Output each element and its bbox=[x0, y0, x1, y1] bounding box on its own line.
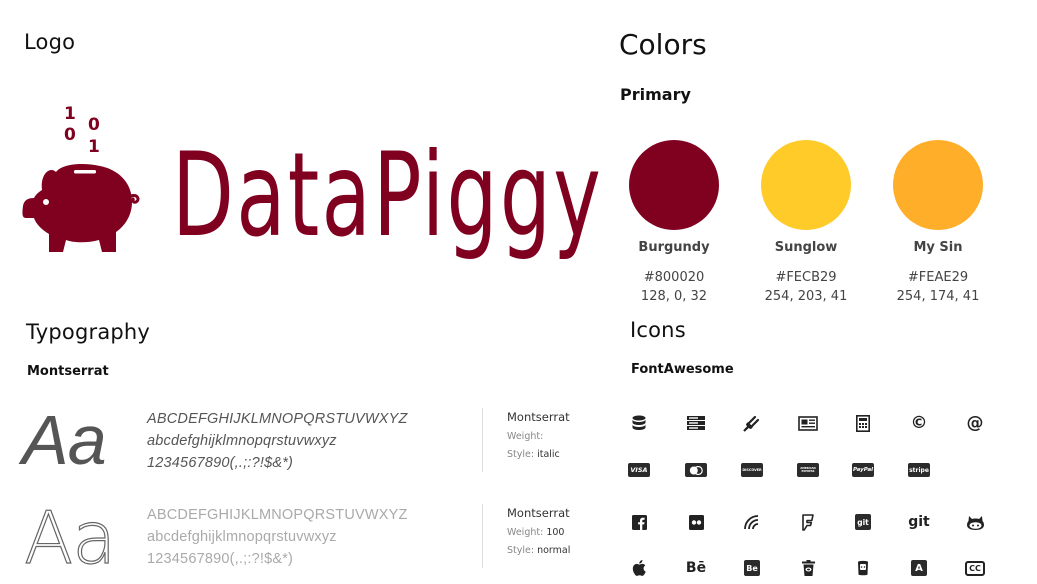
copyright-icon: © bbox=[910, 413, 928, 433]
facebook-square-icon bbox=[627, 510, 651, 534]
lowercase-sample: abcdefghijklmnopqrstuvwxyz bbox=[147, 433, 337, 449]
logo-heading: Logo bbox=[24, 30, 76, 54]
server-icon bbox=[684, 411, 708, 435]
divider bbox=[482, 504, 483, 568]
cc-paypal-icon: PayPal bbox=[851, 458, 875, 482]
font-weight: Weight: bbox=[507, 431, 544, 442]
cc-stripe-icon: stripe bbox=[907, 458, 931, 482]
git-square-icon: git bbox=[851, 510, 875, 534]
color-name: Sunglow bbox=[774, 240, 838, 255]
trash-icon bbox=[796, 556, 820, 580]
git-icon: git bbox=[908, 514, 930, 530]
font-style: Style: italic bbox=[507, 449, 560, 460]
wifi-icon bbox=[740, 510, 764, 534]
divider bbox=[482, 408, 483, 472]
logo-wordmark: DataPiggy bbox=[172, 128, 604, 263]
numerals-sample: 1234567890(,.;:?!$&*) bbox=[147, 455, 294, 471]
color-rgb: 254, 174, 41 bbox=[896, 289, 980, 304]
newspaper-icon bbox=[796, 411, 820, 435]
color-name: My Sin bbox=[913, 240, 963, 255]
binary-digit: 0 bbox=[88, 115, 100, 135]
glyph-sample: Aa bbox=[22, 401, 107, 479]
color-hex: #FEAE29 bbox=[907, 270, 969, 285]
behance-icon: Bē bbox=[685, 560, 707, 576]
color-hex: #800020 bbox=[643, 270, 705, 285]
binary-digit: 0 bbox=[64, 125, 76, 145]
font-weight: Weight: 100 bbox=[507, 527, 565, 538]
behance-square-icon: Be bbox=[740, 556, 764, 580]
binary-digit: 1 bbox=[88, 137, 100, 157]
colors-heading: Colors bbox=[619, 28, 707, 61]
at-icon: @ bbox=[966, 413, 984, 433]
icons-heading: Icons bbox=[630, 318, 686, 342]
font-name: Montserrat bbox=[507, 410, 570, 424]
color-rgb: 128, 0, 32 bbox=[640, 289, 708, 304]
github-alt-icon bbox=[963, 510, 987, 534]
lowercase-sample: abcdefghijklmnopqrstuvwxyz bbox=[147, 529, 337, 545]
color-hex: #FECB29 bbox=[775, 270, 837, 285]
font-style: Style: normal bbox=[507, 545, 571, 556]
beer-icon bbox=[851, 556, 875, 580]
datapiggy-logo: 1 0 0 1 DataPiggy bbox=[20, 100, 601, 280]
uppercase-sample: ABCDEFGHIJKLMNOPQRSTUVWXYZ bbox=[147, 507, 408, 523]
apple-icon bbox=[627, 556, 651, 580]
font-icon: A bbox=[907, 556, 931, 580]
flickr-icon bbox=[684, 510, 708, 534]
piggy-bank-icon bbox=[22, 164, 140, 252]
icons-subheading: FontAwesome bbox=[631, 362, 734, 377]
cc-discover-icon: DISCOVER bbox=[740, 458, 764, 482]
uppercase-sample: ABCDEFGHIJKLMNOPQRSTUVWXYZ bbox=[147, 411, 408, 427]
foursquare-icon bbox=[796, 510, 820, 534]
calculator-icon bbox=[851, 411, 875, 435]
swatch-sunglow bbox=[761, 140, 851, 230]
numerals-sample: 1234567890(,.;:?!$&*) bbox=[147, 551, 294, 567]
database-icon bbox=[627, 411, 651, 435]
color-name: Burgundy bbox=[638, 240, 710, 255]
colors-subheading: Primary bbox=[620, 85, 691, 104]
cc-amex-icon: AMERICAN EXPRESS bbox=[796, 458, 820, 482]
swatch-my-sin bbox=[893, 140, 983, 230]
closed-captioning-icon: CC bbox=[963, 556, 987, 580]
swatch-burgundy bbox=[629, 140, 719, 230]
typography-subheading: Montserrat bbox=[27, 364, 109, 379]
glyph-sample: Aa bbox=[23, 495, 117, 580]
typography-heading: Typography bbox=[26, 320, 151, 344]
color-rgb: 254, 203, 41 bbox=[764, 289, 848, 304]
font-name: Montserrat bbox=[507, 506, 570, 520]
cc-visa-icon: VISA bbox=[627, 458, 651, 482]
cc-mastercard-icon bbox=[684, 458, 708, 482]
binary-digit: 1 bbox=[64, 104, 76, 124]
plug-icon bbox=[740, 411, 764, 435]
